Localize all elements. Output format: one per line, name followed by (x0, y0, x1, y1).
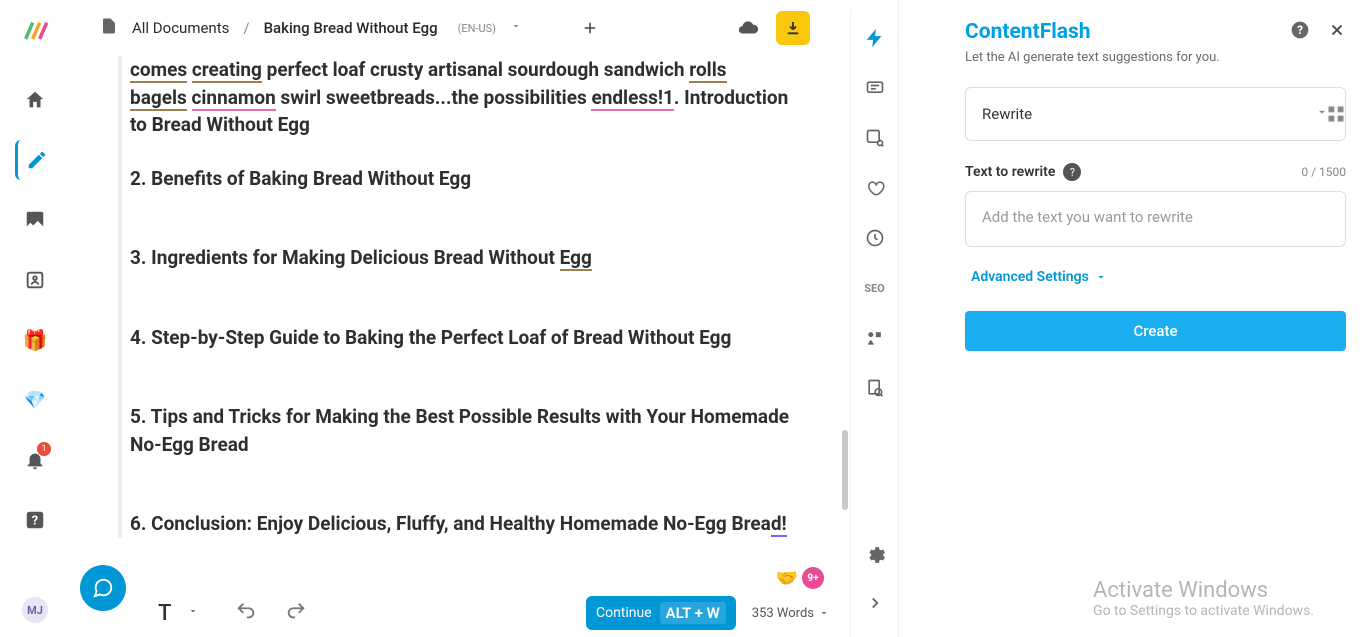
mode-select[interactable]: Rewrite (965, 87, 1346, 141)
panel-subtitle: Let the AI generate text suggestions for… (965, 50, 1346, 65)
breadcrumb-separator: / (243, 19, 249, 37)
svg-text:?: ? (32, 514, 38, 529)
heart-icon[interactable] (861, 174, 889, 202)
doc-heading-3: 3. Ingredients for Making Delicious Brea… (130, 244, 792, 272)
undo-button[interactable] (235, 600, 257, 626)
advanced-settings-toggle[interactable]: Advanced Settings (971, 269, 1346, 285)
seo-button[interactable]: SEO (861, 274, 889, 302)
download-button[interactable] (776, 11, 810, 45)
continue-shortcut: ALT + W (660, 602, 726, 624)
add-button[interactable] (576, 14, 604, 42)
continue-label: Continue (596, 605, 652, 621)
panel-title: ContentFlash (965, 20, 1091, 44)
nav-images[interactable] (15, 200, 55, 240)
bottom-toolbar: T Continue ALT + W 353 Words (70, 589, 850, 637)
word-count[interactable]: 353 Words (752, 606, 830, 621)
right-tool-rail: SEO (850, 10, 898, 637)
redo-button[interactable] (285, 600, 307, 626)
breadcrumb-home-icon[interactable] (100, 17, 118, 39)
language-tag: (EN-US) (458, 22, 496, 35)
chat-icon[interactable] (861, 74, 889, 102)
nav-editor[interactable] (15, 140, 55, 180)
doc-heading-4: 4. Step-by-Step Guide to Baking the Perf… (130, 324, 792, 352)
nav-contacts[interactable] (15, 260, 55, 300)
grid-view-icon[interactable] (1326, 104, 1346, 128)
breadcrumb-title[interactable]: Baking Bread Without Egg (264, 19, 438, 37)
notification-badge: 1 (37, 442, 51, 456)
info-icon[interactable]: ? (1063, 163, 1081, 181)
rewrite-textarea[interactable]: Add the text you want to rewrite (965, 191, 1346, 247)
mode-select-value: Rewrite (982, 105, 1032, 123)
app-logo-icon (21, 18, 49, 46)
create-button[interactable]: Create (965, 311, 1346, 351)
panel-close-icon[interactable] (1328, 21, 1346, 43)
field-label: Text to rewrite (965, 164, 1055, 180)
nav-home[interactable] (15, 80, 55, 120)
history-icon[interactable] (861, 224, 889, 252)
doc-paragraph: comes creating perfect loaf crusty artis… (130, 56, 792, 139)
breadcrumb-root[interactable]: All Documents (132, 19, 229, 37)
issue-count-badge[interactable]: 9+ (802, 567, 824, 589)
document-editor[interactable]: comes creating perfect loaf crusty artis… (70, 56, 850, 589)
image-search-icon[interactable] (861, 124, 889, 152)
user-avatar[interactable]: MJ (22, 597, 48, 623)
shapes-icon[interactable] (861, 324, 889, 352)
doc-heading-5: 5. Tips and Tricks for Making the Best P… (130, 403, 792, 458)
nav-premium[interactable]: 💎 (15, 380, 55, 420)
doc-heading-6: 6. Conclusion: Enjoy Delicious, Fluffy, … (130, 510, 792, 538)
reaction-badges: 🤝 9+ (776, 567, 824, 589)
panel-help-icon[interactable]: ? (1290, 20, 1310, 44)
cloud-sync-icon[interactable] (734, 14, 762, 42)
nav-gift[interactable]: 🎁 (15, 320, 55, 360)
nav-notifications[interactable]: 1 (15, 440, 55, 480)
char-counter: 0 / 1500 (1301, 165, 1346, 179)
top-breadcrumb-bar: All Documents / Baking Bread Without Egg… (70, 0, 850, 56)
format-text-button[interactable]: T (158, 601, 171, 626)
textarea-placeholder: Add the text you want to rewrite (982, 208, 1193, 226)
continue-button[interactable]: Continue ALT + W (586, 596, 736, 630)
doc-heading-2: 2. Benefits of Baking Bread Without Egg (130, 165, 792, 193)
format-dropdown-icon[interactable] (187, 605, 199, 621)
left-navigation-rail: 🎁 💎 1 ? MJ (0, 0, 70, 637)
settings-icon[interactable] (861, 541, 889, 569)
handshake-icon[interactable]: 🤝 (776, 568, 798, 589)
ai-flash-icon[interactable] (861, 24, 889, 52)
nav-help[interactable]: ? (15, 500, 55, 540)
scrollbar-thumb[interactable] (842, 430, 848, 510)
language-dropdown-icon[interactable] (510, 20, 522, 36)
expand-panel-icon[interactable] (861, 589, 889, 617)
zoom-doc-icon[interactable] (861, 374, 889, 402)
svg-text:?: ? (1297, 23, 1303, 37)
contentflash-panel: ContentFlash ? Let the AI generate text … (898, 0, 1364, 637)
